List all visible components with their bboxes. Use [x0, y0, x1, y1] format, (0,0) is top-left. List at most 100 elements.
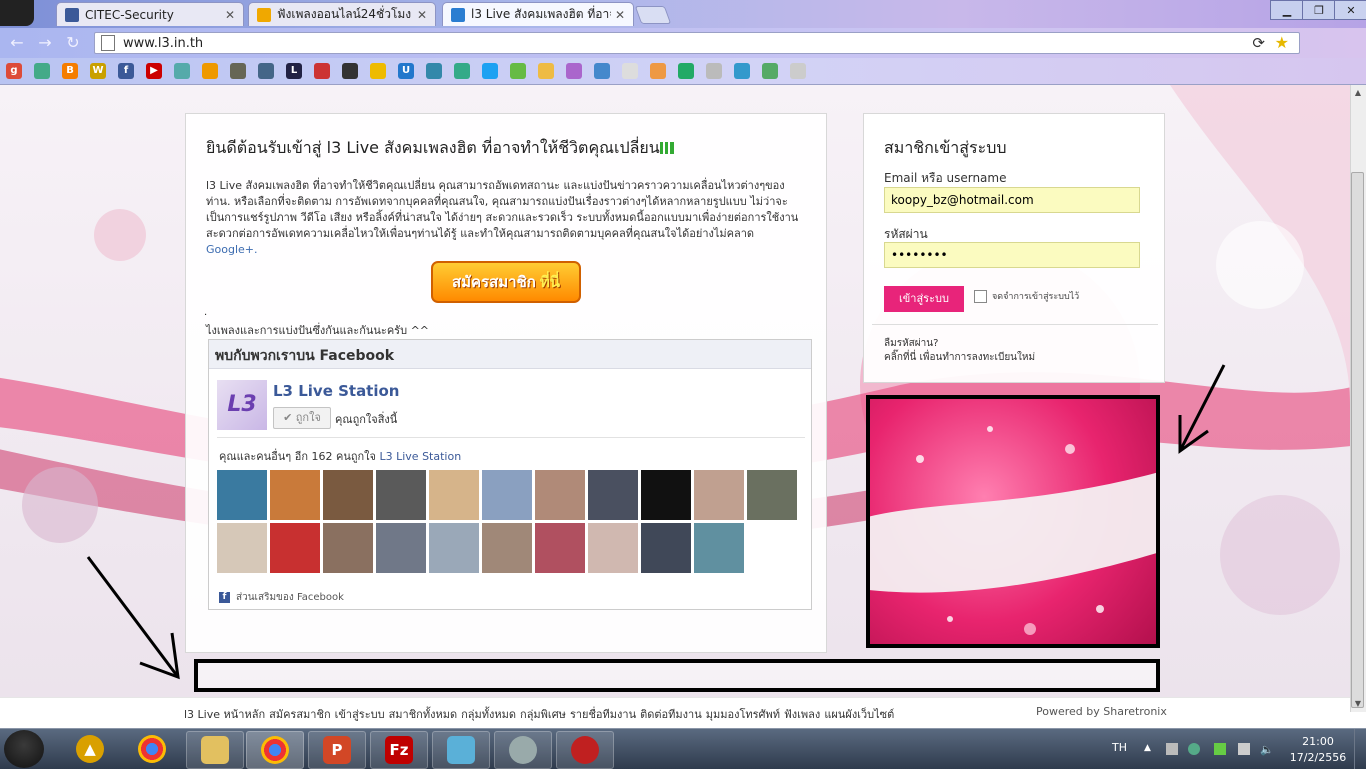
bookmark-icon[interactable]: [650, 63, 666, 79]
footer-link[interactable]: แผนผังเว็บไซต์: [824, 708, 894, 721]
footer-link[interactable]: ติดต่อทีมงาน: [640, 708, 702, 721]
powered-by-text[interactable]: Powered by Sharetronix: [1036, 705, 1167, 718]
taskbar-chrome-pinned[interactable]: [124, 731, 180, 767]
tray-app-icon[interactable]: [1188, 743, 1200, 755]
taskbar-explorer[interactable]: [186, 731, 244, 769]
start-button[interactable]: [4, 730, 44, 768]
new-tab-button[interactable]: [634, 6, 672, 24]
fan-avatar[interactable]: [482, 470, 532, 520]
fan-avatar[interactable]: [694, 470, 744, 520]
fan-avatar[interactable]: [694, 523, 744, 573]
close-tab-icon[interactable]: ✕: [615, 8, 625, 22]
scroll-up-icon[interactable]: ▲: [1350, 86, 1366, 100]
fan-avatar[interactable]: [482, 523, 532, 573]
remember-me[interactable]: จดจำการเข้าสู่ระบบไว้: [974, 289, 1079, 303]
document-icon[interactable]: [622, 63, 638, 79]
facebook-page-name[interactable]: L3 Live Station: [273, 382, 399, 400]
login-button[interactable]: เข้าสู่ระบบ: [884, 286, 964, 312]
footer-link[interactable]: รายชื่อทีมงาน: [570, 708, 636, 721]
facebook-page-link[interactable]: L3 Live Station: [379, 450, 461, 463]
footer-link[interactable]: เข้าสู่ระบบ: [335, 708, 385, 721]
fan-avatar[interactable]: [217, 523, 267, 573]
tab-l3-live[interactable]: l3 Live สังคมเพลงฮิต ที่อาจทำ ✕: [442, 2, 634, 26]
fan-avatar[interactable]: [270, 523, 320, 573]
folder-icon[interactable]: [706, 63, 722, 79]
forgot-password-link[interactable]: ลืมรหัสผ่าน?: [884, 336, 938, 351]
bookmark-icon[interactable]: [230, 63, 246, 79]
bookmark-icon[interactable]: [538, 63, 554, 79]
bookmark-icon[interactable]: [734, 63, 750, 79]
fan-avatar[interactable]: [270, 470, 320, 520]
bookmark-icon[interactable]: [258, 63, 274, 79]
footer-link[interactable]: สมัครสมาชิก: [269, 708, 331, 721]
page-logo[interactable]: L3: [217, 380, 267, 430]
taskbar-app-1[interactable]: ▲: [62, 731, 118, 767]
facebook-plugin-note[interactable]: f ส่วนเสริมของ Facebook: [219, 590, 344, 605]
fan-avatar[interactable]: [376, 523, 426, 573]
reregister-link[interactable]: คลิ๊กที่นี่ เพื่อนทำการลงทะเบียนใหม่: [884, 350, 1035, 365]
bookmark-icon[interactable]: [790, 63, 806, 79]
google-plus-icon[interactable]: g: [6, 63, 22, 79]
bookmark-star-icon[interactable]: ★: [1275, 33, 1289, 52]
url-text[interactable]: www.l3.in.th: [123, 36, 203, 51]
bookmark-icon[interactable]: [454, 63, 470, 79]
volume-icon[interactable]: 🔈: [1260, 743, 1274, 756]
bookmark-icon[interactable]: [426, 63, 442, 79]
taskbar-chrome-active[interactable]: [246, 731, 304, 769]
minimize-button[interactable]: ▁: [1270, 0, 1304, 20]
bookmark-icon[interactable]: [762, 63, 778, 79]
youtube-icon[interactable]: ▶: [146, 63, 162, 79]
bookmark-icon[interactable]: [566, 63, 582, 79]
blogger-icon[interactable]: B: [62, 63, 78, 79]
scroll-down-icon[interactable]: ▼: [1350, 697, 1366, 711]
tab-music-online[interactable]: ฟังเพลงออนไลน์24ชั่วโมง แข ✕: [248, 2, 436, 26]
close-tab-icon[interactable]: ✕: [225, 8, 235, 22]
email-field[interactable]: [884, 187, 1140, 213]
reload-icon[interactable]: ↻: [62, 33, 84, 53]
fan-avatar[interactable]: [747, 470, 797, 520]
show-desktop-button[interactable]: [1354, 729, 1366, 769]
bookmark-icon[interactable]: [34, 63, 50, 79]
fan-avatar[interactable]: [588, 523, 638, 573]
taskbar-media-player[interactable]: [494, 731, 552, 769]
taskbar-powerpoint[interactable]: P: [308, 731, 366, 769]
tray-flag-icon[interactable]: [1166, 743, 1178, 755]
password-field[interactable]: [884, 242, 1140, 268]
network-icon[interactable]: [1214, 743, 1226, 755]
facebook-like-button[interactable]: ✔ ถูกใจ: [273, 407, 331, 429]
footer-link[interactable]: กลุ่มพิเศษ: [520, 708, 566, 721]
address-bar[interactable]: www.l3.in.th ⟳ ★: [94, 32, 1300, 54]
remember-checkbox[interactable]: [974, 289, 987, 303]
bookmark-icon[interactable]: U: [398, 63, 414, 79]
tab-citec[interactable]: CITEC-Security ✕: [56, 2, 244, 26]
bookmark-icon[interactable]: [314, 63, 330, 79]
close-window-button[interactable]: ✕: [1334, 0, 1366, 20]
footer-link[interactable]: ฟังเพลง: [784, 708, 820, 721]
fan-avatar[interactable]: [217, 470, 267, 520]
twitter-icon[interactable]: [482, 63, 498, 79]
translate-icon[interactable]: [594, 63, 610, 79]
profile-avatar[interactable]: [0, 0, 34, 26]
bookmark-icon[interactable]: W: [90, 63, 106, 79]
graduation-cap-icon[interactable]: [342, 63, 358, 79]
fan-avatar[interactable]: [588, 470, 638, 520]
fan-avatar[interactable]: [641, 470, 691, 520]
footer-link[interactable]: สมาชิกทั้งหมด: [389, 708, 458, 721]
google-plus-link[interactable]: Google+.: [206, 243, 258, 256]
bookmark-icon[interactable]: [370, 63, 386, 79]
scrollbar-thumb[interactable]: [1351, 172, 1364, 708]
heart-banner-ad[interactable]: [866, 395, 1160, 648]
fan-avatar[interactable]: [376, 470, 426, 520]
fan-avatar[interactable]: [323, 523, 373, 573]
fan-avatar[interactable]: [429, 523, 479, 573]
tray-expand-icon[interactable]: ▲: [1144, 743, 1156, 755]
spreadsheet-icon[interactable]: [678, 63, 694, 79]
fan-avatar[interactable]: [641, 523, 691, 573]
taskbar-filezilla[interactable]: Fz: [370, 731, 428, 769]
footer-link[interactable]: มุมมองโทรศัพท์: [706, 708, 780, 721]
back-icon[interactable]: ←: [6, 33, 28, 53]
restore-button[interactable]: ❐: [1302, 0, 1336, 20]
fan-avatar[interactable]: [429, 470, 479, 520]
footer-link[interactable]: กลุ่มทั้งหมด: [461, 708, 516, 721]
system-clock[interactable]: 21:00 17/2/2556: [1288, 734, 1348, 766]
